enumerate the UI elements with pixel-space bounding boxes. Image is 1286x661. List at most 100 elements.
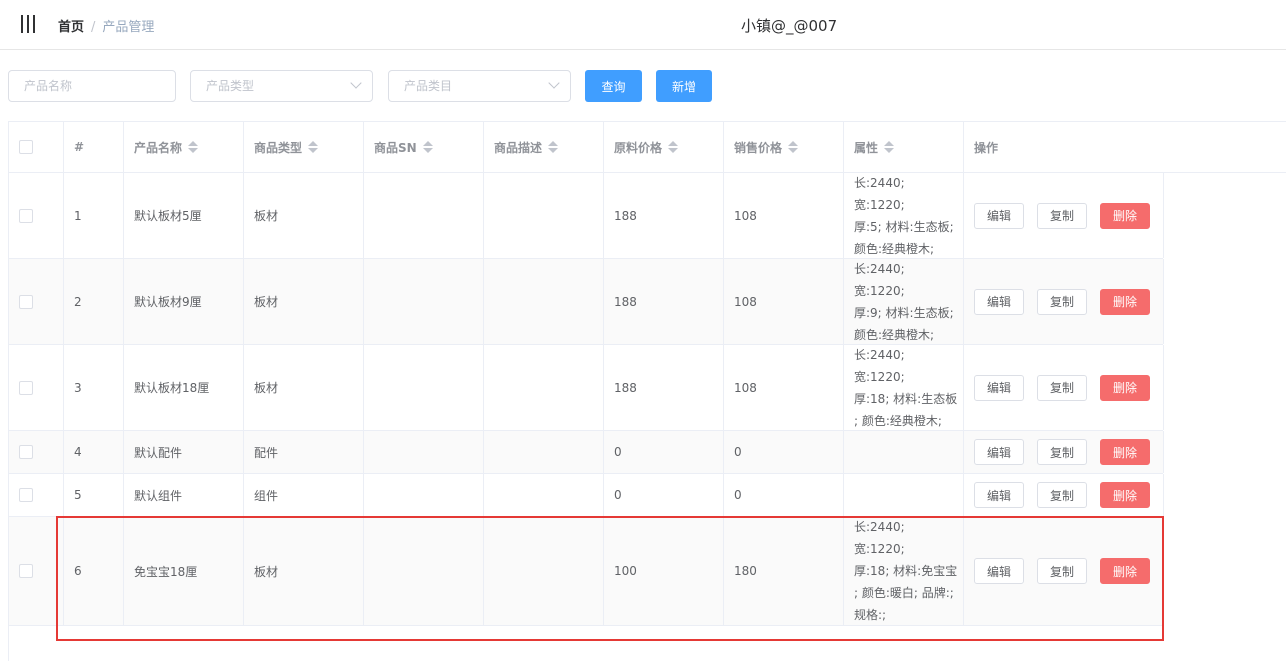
edit-button[interactable]: 编辑 [974, 439, 1024, 465]
row-checkbox[interactable] [19, 208, 33, 223]
column-header[interactable]: # [64, 122, 124, 172]
product-name-cell: 默认板材9厘 [124, 259, 244, 344]
select-all-checkbox[interactable] [19, 140, 33, 154]
actions-cell: 编辑 复制 删除 [964, 474, 1164, 516]
column-header[interactable]: 原料价格 [604, 122, 724, 172]
raw-price-cell: 188 [604, 345, 724, 430]
product-type-select[interactable] [190, 70, 373, 102]
sort-caret-icon[interactable] [188, 140, 199, 154]
add-button[interactable]: 新增 [656, 70, 712, 102]
sale-price-cell: 108 [724, 173, 844, 258]
menu-toggle-icon[interactable] [20, 15, 36, 33]
edit-button[interactable]: 编辑 [974, 374, 1024, 401]
column-header[interactable]: 商品描述 [484, 122, 604, 172]
query-button[interactable]: 查询 [585, 70, 642, 102]
row-index: 2 [74, 294, 82, 309]
copy-button[interactable]: 复制 [1037, 288, 1087, 315]
row-checkbox-cell [9, 259, 64, 344]
product-description-cell [484, 345, 604, 430]
row-checkbox-cell [9, 474, 64, 516]
copy-button[interactable]: 复制 [1037, 202, 1087, 229]
sort-caret-icon[interactable] [668, 140, 679, 154]
row-index: 4 [74, 445, 82, 459]
product-type: 板材 [254, 564, 279, 579]
row-checkbox[interactable] [19, 488, 33, 502]
sale-price-cell: 0 [724, 474, 844, 516]
product-category-select[interactable] [388, 70, 571, 102]
product-type-cell: 板材 [244, 173, 364, 258]
sort-caret-icon[interactable] [308, 140, 319, 154]
sale-price: 180 [734, 564, 757, 578]
table-row: 5 默认组件 组件 0 0 编辑 复制 删除 [8, 474, 1164, 517]
edit-button[interactable]: 编辑 [974, 558, 1024, 584]
product-attributes-cell: 长:2440; 宽:1220; 厚:18; 材料:生态板 ; 颜色:经典橙木; [844, 345, 964, 430]
row-checkbox[interactable] [19, 380, 33, 395]
raw-price-cell: 100 [604, 517, 724, 625]
row-checkbox-cell [9, 345, 64, 430]
row-checkbox-cell [9, 431, 64, 473]
product-type-cell: 配件 [244, 431, 364, 473]
sale-price-cell: 108 [724, 259, 844, 344]
product-attributes-cell: 长:2440; 宽:1220; 厚:5; 材料:生态板; 颜色:经典橙木; [844, 173, 964, 258]
table-row: 2 默认板材9厘 板材 188 108 长:2440; 宽:1220; 厚:9; 材料:生… [8, 259, 1164, 345]
sort-caret-icon[interactable] [884, 140, 895, 154]
edit-button[interactable]: 编辑 [974, 288, 1024, 315]
actions-cell: 编辑 复制 删除 [964, 431, 1164, 473]
raw-price: 188 [614, 380, 637, 395]
row-index: 5 [74, 488, 82, 502]
breadcrumb-home-link[interactable]: 首页 [58, 20, 84, 35]
raw-price-cell: 0 [604, 431, 724, 473]
breadcrumb: 首页 / 产品管理 [58, 16, 154, 35]
product-sn-cell [364, 474, 484, 516]
row-index-cell: 5 [64, 474, 124, 516]
product-type-cell: 板材 [244, 345, 364, 430]
breadcrumb-current: 产品管理 [102, 20, 155, 35]
row-checkbox[interactable] [19, 294, 33, 309]
product-type-cell: 板材 [244, 259, 364, 344]
column-header-label: 属性 [854, 140, 879, 155]
delete-button[interactable]: 删除 [1100, 374, 1150, 401]
raw-price-cell: 188 [604, 259, 724, 344]
sort-caret-icon[interactable] [548, 140, 559, 154]
column-header[interactable]: 属性 [844, 122, 964, 172]
delete-button[interactable]: 删除 [1100, 558, 1150, 584]
product-type-input[interactable] [191, 71, 372, 101]
delete-button[interactable]: 删除 [1100, 439, 1150, 465]
delete-button[interactable]: 删除 [1100, 288, 1150, 315]
product-attributes-cell [844, 431, 964, 473]
delete-button[interactable]: 删除 [1100, 202, 1150, 229]
copy-button[interactable]: 复制 [1037, 482, 1087, 508]
sale-price: 108 [734, 294, 757, 309]
column-header[interactable]: 产品名称 [124, 122, 244, 172]
user-name[interactable]: 小镇@_@007 [741, 15, 837, 36]
product-name-input[interactable] [9, 71, 175, 101]
copy-button[interactable]: 复制 [1037, 558, 1087, 584]
copy-button[interactable]: 复制 [1037, 439, 1087, 465]
row-checkbox[interactable] [19, 445, 33, 459]
sort-caret-icon[interactable] [788, 140, 799, 154]
product-attributes: 长:2440; 宽:1220; 厚:18; 材料:免宝宝 ; 颜色:暖白; 品牌… [854, 520, 958, 622]
row-checkbox-cell [9, 517, 64, 625]
product-category-input[interactable] [389, 71, 570, 101]
column-header-label: 原料价格 [614, 140, 663, 155]
product-type-cell: 组件 [244, 474, 364, 516]
edit-button[interactable]: 编辑 [974, 202, 1024, 229]
row-index: 6 [74, 564, 82, 578]
product-name-cell: 默认板材18厘 [124, 345, 244, 430]
column-header-label: 产品名称 [134, 140, 183, 155]
column-header[interactable]: 商品类型 [244, 122, 364, 172]
delete-button[interactable]: 删除 [1100, 482, 1150, 508]
copy-button[interactable]: 复制 [1037, 374, 1087, 401]
sale-price: 0 [734, 445, 742, 459]
column-header[interactable]: 商品SN [364, 122, 484, 172]
column-header[interactable]: 销售价格 [724, 122, 844, 172]
column-header-label: 商品类型 [254, 140, 303, 155]
edit-button[interactable]: 编辑 [974, 482, 1024, 508]
product-type: 板材 [254, 295, 279, 309]
row-checkbox-cell [9, 173, 64, 258]
row-checkbox[interactable] [19, 564, 33, 578]
product-name: 默认板材9厘 [134, 295, 202, 309]
sort-caret-icon[interactable] [422, 140, 433, 154]
raw-price: 0 [614, 488, 622, 502]
row-index-cell: 1 [64, 173, 124, 258]
